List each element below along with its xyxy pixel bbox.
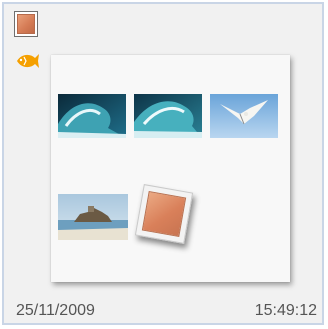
time-label: 15:49:12 <box>254 302 317 319</box>
album-cover <box>17 14 35 34</box>
photo-thumbnail[interactable] <box>134 94 202 138</box>
photo-thumbnail[interactable] <box>58 94 126 138</box>
album-cover <box>141 191 187 237</box>
album-preview-card[interactable] <box>51 55 290 282</box>
photo-thumbnail[interactable] <box>58 194 128 240</box>
date-label: 25/11/2009 <box>16 302 95 319</box>
fish-icon <box>17 54 39 68</box>
nested-album-icon[interactable] <box>134 184 194 244</box>
album-icon[interactable] <box>14 11 38 37</box>
photo-thumbnail[interactable] <box>210 94 278 138</box>
